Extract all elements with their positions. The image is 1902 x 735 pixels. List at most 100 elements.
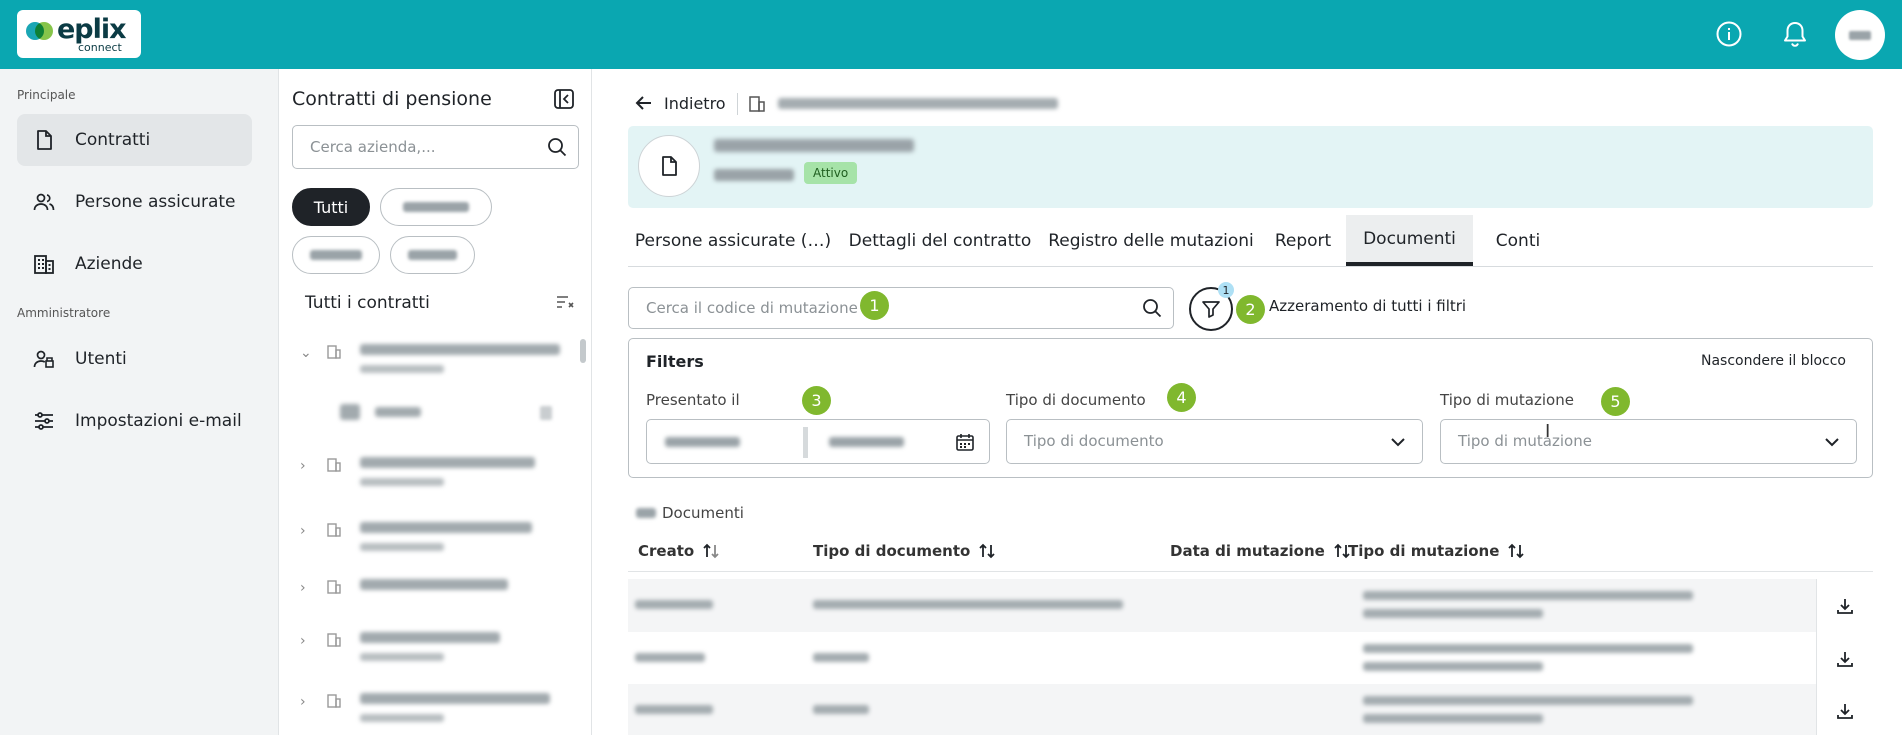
- bell-icon[interactable]: [1776, 15, 1814, 53]
- document-icon: [638, 135, 700, 197]
- tab-dettagli-contratto[interactable]: Dettagli del contratto: [842, 215, 1038, 266]
- chevron-right-icon[interactable]: ›: [300, 523, 306, 539]
- nav-item-label: Utenti: [75, 349, 127, 369]
- column-label: Tipo di mutazione: [1348, 542, 1500, 560]
- building-icon: [327, 633, 341, 647]
- nav-item-contratti[interactable]: Contratti: [17, 114, 252, 166]
- eplix-logo[interactable]: eplix connect: [17, 10, 141, 58]
- tab-conti[interactable]: Conti: [1476, 215, 1560, 266]
- chevron-down-icon: [1825, 438, 1839, 447]
- nav-item-utenti[interactable]: Utenti: [17, 333, 252, 385]
- left-navigation: Principale Contratti Persone assicurate …: [0, 69, 279, 735]
- building-icon: [749, 96, 765, 112]
- top-bar: eplix connect: [0, 0, 1902, 69]
- people-icon: [33, 193, 55, 211]
- table-row[interactable]: [628, 632, 1873, 685]
- sort-icon: [979, 543, 995, 559]
- download-icon[interactable]: [1816, 579, 1873, 632]
- sort-icon: [703, 543, 719, 559]
- building-icon: [34, 255, 54, 274]
- document-icon: [37, 130, 52, 150]
- search-icon[interactable]: [1141, 297, 1163, 319]
- hide-block-link[interactable]: Nascondere il blocco: [1701, 353, 1846, 369]
- contract-tree-item[interactable]: ›: [300, 576, 565, 616]
- filter-count-badge: 1: [1218, 282, 1234, 298]
- doc-type-select[interactable]: Tipo di documento: [1006, 419, 1423, 464]
- building-icon: [327, 523, 341, 537]
- contract-name: [714, 139, 914, 152]
- mutation-code-search-field[interactable]: [628, 287, 1174, 329]
- nav-item-persone-assicurate[interactable]: Persone assicurate: [17, 176, 252, 228]
- company-search-input[interactable]: [310, 138, 530, 156]
- date-range-picker[interactable]: [646, 419, 990, 464]
- step-marker-1: 1: [860, 291, 889, 320]
- sort-icon: [1508, 543, 1525, 559]
- calendar-icon[interactable]: [955, 432, 975, 452]
- reset-filters-link[interactable]: Azzeramento di tutti i filtri: [1269, 297, 1466, 315]
- tab-registro-mutazioni[interactable]: Registro delle mutazioni: [1041, 215, 1261, 266]
- mutation-type-label: Tipo di mutazione: [1440, 391, 1574, 409]
- contract-tree-item[interactable]: ›: [300, 519, 565, 559]
- chevron-right-icon[interactable]: ›: [300, 633, 306, 649]
- building-icon: [327, 580, 341, 594]
- contract-tree-item[interactable]: ›: [300, 690, 565, 730]
- column-label: Data di mutazione: [1170, 542, 1325, 560]
- column-header-creato[interactable]: Creato: [638, 530, 720, 572]
- column-label: Creato: [638, 542, 695, 560]
- back-label: Indietro: [664, 93, 726, 113]
- company-search-field[interactable]: [292, 125, 579, 169]
- user-avatar[interactable]: [1835, 10, 1885, 60]
- download-icon[interactable]: [1816, 632, 1873, 685]
- nav-item-aziende[interactable]: Aziende: [17, 238, 252, 290]
- contract-tree-item[interactable]: ›: [300, 629, 565, 669]
- nav-item-impostazioni-email[interactable]: Impostazioni e-mail: [17, 395, 252, 447]
- tab-persone-assicurate[interactable]: Persone assicurate (…): [628, 215, 838, 266]
- filter-chip[interactable]: [390, 236, 475, 274]
- presented-on-label: Presentato il: [646, 391, 740, 409]
- mutation-type-placeholder: Tipo di mutazione: [1458, 432, 1592, 450]
- mutation-type-select[interactable]: Tipo di mutazione: [1440, 419, 1857, 464]
- filter-chip[interactable]: [292, 236, 380, 274]
- search-icon[interactable]: [546, 136, 568, 158]
- panel-scrollbar[interactable]: [580, 339, 586, 363]
- contract-tree-item[interactable]: ›: [300, 454, 565, 494]
- building-icon: [327, 345, 341, 359]
- column-header-tipo-documento[interactable]: Tipo di documento: [813, 530, 996, 572]
- column-label: Tipo di documento: [813, 542, 971, 560]
- step-marker-5: 5: [1601, 387, 1630, 416]
- filter-chip[interactable]: [380, 188, 492, 226]
- filters-block: Filters Nascondere il blocco Presentato …: [628, 338, 1873, 478]
- mutation-code-search-input[interactable]: [646, 299, 876, 317]
- arrow-left-icon: [635, 96, 651, 110]
- contract-tabs: Persone assicurate (…) Dettagli del cont…: [628, 215, 1873, 267]
- nav-section-admin: Amministratore: [17, 306, 111, 320]
- table-row[interactable]: [628, 684, 1873, 735]
- chevron-down-icon[interactable]: ⌄: [300, 345, 312, 361]
- sort-filter-icon[interactable]: [556, 294, 574, 310]
- back-button[interactable]: Indietro: [634, 93, 726, 113]
- date-to[interactable]: [829, 437, 904, 447]
- chevron-right-icon[interactable]: ›: [300, 694, 306, 710]
- table-row[interactable]: [628, 579, 1873, 632]
- contract-tree-subitem[interactable]: [340, 401, 605, 441]
- collapse-panel-icon[interactable]: [553, 88, 575, 110]
- filter-icon: [1202, 301, 1220, 318]
- column-header-tipo-mutazione[interactable]: Tipo di mutazione: [1348, 530, 1525, 572]
- chevron-right-icon[interactable]: ›: [300, 458, 306, 474]
- chevron-right-icon[interactable]: ›: [300, 580, 306, 596]
- step-marker-3: 3: [802, 386, 831, 415]
- tab-documenti[interactable]: Documenti: [1346, 215, 1473, 266]
- tab-report[interactable]: Report: [1264, 215, 1342, 266]
- nav-item-label: Persone assicurate: [75, 192, 236, 212]
- logo-sub: connect: [78, 41, 122, 54]
- logo-mark-icon: [26, 22, 54, 40]
- filter-chip-all[interactable]: Tutti: [292, 188, 370, 226]
- date-from[interactable]: [665, 437, 740, 447]
- download-icon[interactable]: [1816, 684, 1873, 735]
- column-header-data-mutazione[interactable]: Data di mutazione: [1170, 530, 1351, 572]
- info-icon[interactable]: [1710, 15, 1748, 53]
- contract-tree-item[interactable]: ⌄: [300, 341, 565, 381]
- breadcrumb[interactable]: [778, 98, 1058, 109]
- nav-item-label: Contratti: [75, 130, 151, 150]
- breadcrumb-divider: [737, 93, 738, 115]
